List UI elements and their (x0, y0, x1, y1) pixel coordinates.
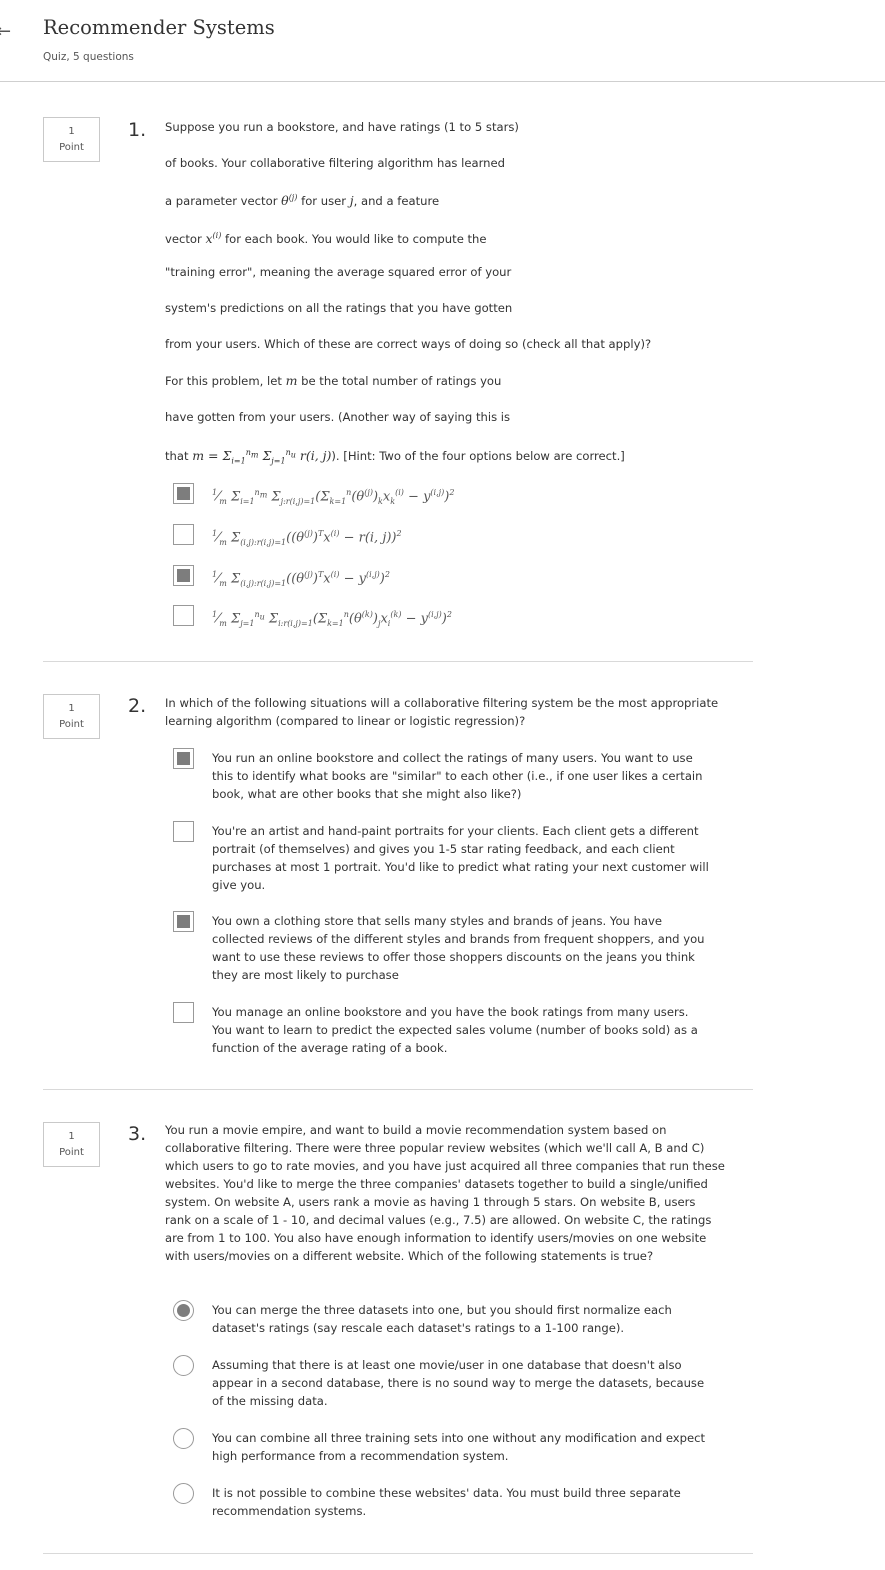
question-text-line: vector x(i) for each book. You would lik… (165, 231, 487, 247)
option-radio[interactable] (173, 1428, 194, 1449)
option-checkbox[interactable] (173, 565, 194, 586)
option-formula: 1⁄m Σj=1nu Σi:r(i,j)=1(Σk=1n(θ(k))jxi(k)… (212, 610, 452, 628)
option-formula: 1⁄m Σ(i,j):r(i,j)=1((θ(j))Tx(i) − r(i, j… (212, 529, 402, 547)
question-divider (43, 1089, 753, 1090)
points-value: 1 (68, 703, 75, 714)
option-radio[interactable] (173, 1483, 194, 1504)
question-number: 2. (128, 695, 147, 717)
points-box: 1 Point (43, 1122, 100, 1167)
points-box: 1 Point (43, 117, 100, 162)
arrow-left-icon[interactable]: ← (0, 23, 11, 41)
points-value: 1 (68, 1131, 75, 1142)
question-text-line: of books. Your collaborative filtering a… (165, 156, 506, 170)
question-text-line: that m = Σi=1nm Σj=1nu r(i, j)). [Hint: … (165, 448, 625, 466)
question-text: You run a movie empire, and want to buil… (165, 1123, 725, 1263)
points-value: 1 (68, 126, 75, 137)
question-text-line: For this problem, let m be the total num… (165, 373, 502, 388)
points-label: Point (59, 1147, 84, 1158)
points-label: Point (59, 719, 84, 730)
option-checkbox[interactable] (173, 1002, 194, 1023)
option-formula: 1⁄m Σi=1nm Σj:r(i,j)=1(Σk=1n(θ(j))kxk(i)… (212, 488, 455, 506)
option-checkbox[interactable] (173, 524, 194, 545)
question-number: 1. (128, 119, 147, 141)
question-text-line: have gotten from your users. (Another wa… (165, 410, 511, 424)
option-checkbox[interactable] (173, 605, 194, 626)
option-radio[interactable] (173, 1300, 194, 1321)
question-divider (43, 1553, 753, 1554)
header-divider (0, 81, 885, 82)
option-label[interactable]: You run an online bookstore and collect … (212, 749, 712, 803)
question-text-line: system's predictions on all the ratings … (165, 301, 513, 315)
question-text-line: from your users. Which of these are corr… (165, 337, 652, 351)
option-label[interactable]: You own a clothing store that sells many… (212, 912, 712, 984)
points-label: Point (59, 142, 84, 153)
points-box: 1 Point (43, 694, 100, 739)
question-text-line: Suppose you run a bookstore, and have ra… (165, 120, 519, 134)
option-label[interactable]: You manage an online bookstore and you h… (212, 1003, 712, 1057)
option-checkbox[interactable] (173, 821, 194, 842)
option-checkbox[interactable] (173, 483, 194, 504)
option-label[interactable]: Assuming that there is at least one movi… (212, 1356, 712, 1410)
page-title: Recommender Systems (43, 16, 275, 39)
option-checkbox[interactable] (173, 748, 194, 769)
question-number: 3. (128, 1123, 147, 1145)
option-formula: 1⁄m Σ(i,j):r(i,j)=1((θ(j))Tx(i) − y(i,j)… (212, 570, 390, 588)
question-divider (43, 661, 753, 662)
option-radio[interactable] (173, 1355, 194, 1376)
option-label[interactable]: You can combine all three training sets … (212, 1429, 712, 1465)
option-label[interactable]: You're an artist and hand-paint portrait… (212, 822, 712, 894)
option-label[interactable]: It is not possible to combine these webs… (212, 1484, 712, 1520)
question-text: In which of the following situations wil… (165, 696, 719, 728)
option-label[interactable]: You can merge the three datasets into on… (212, 1301, 712, 1337)
option-checkbox[interactable] (173, 911, 194, 932)
question-text-line: "training error", meaning the average sq… (165, 265, 512, 279)
question-text-line: a parameter vector θ(j) for user j, and … (165, 193, 440, 209)
quiz-subtitle: Quiz, 5 questions (43, 51, 134, 63)
